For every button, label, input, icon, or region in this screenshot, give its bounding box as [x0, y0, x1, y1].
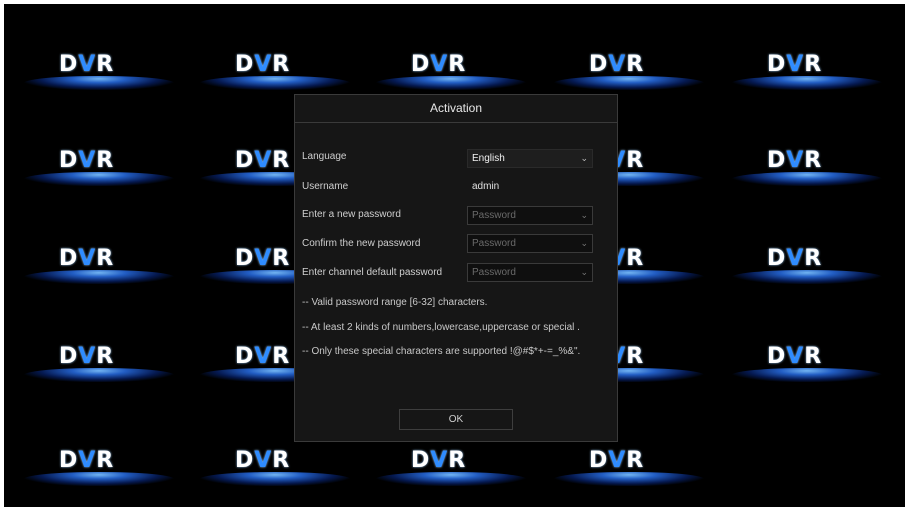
dvr-logo: DVR [767, 148, 823, 173]
dvr-logo-tile: DVR [24, 236, 174, 306]
dvr-logo: DVR [589, 448, 645, 473]
dvr-logo-tile: DVR [24, 42, 174, 112]
new-password-placeholder: Password [472, 210, 516, 221]
dvr-logo-tile: DVR [732, 236, 882, 306]
logo-glow [24, 368, 174, 382]
new-password-label: Enter a new password [302, 209, 401, 220]
dvr-logo-tile: DVR [554, 438, 704, 507]
logo-glow [732, 76, 882, 90]
dvr-logo: DVR [767, 246, 823, 271]
logo-glow [376, 76, 526, 90]
ok-button[interactable]: OK [399, 409, 513, 430]
confirm-password-label: Confirm the new password [302, 238, 421, 249]
dvr-logo: DVR [59, 344, 115, 369]
dvr-logo-tile: DVR [732, 334, 882, 404]
confirm-password-field[interactable]: Password ⌄ [467, 234, 593, 253]
channel-password-placeholder: Password [472, 267, 516, 278]
dvr-logo-tile: DVR [200, 438, 350, 507]
new-password-field[interactable]: Password ⌄ [467, 206, 593, 225]
logo-glow [24, 172, 174, 186]
dvr-logo: DVR [59, 246, 115, 271]
dvr-logo-tile: DVR [376, 438, 526, 507]
logo-glow [200, 76, 350, 90]
logo-glow [376, 472, 526, 486]
dvr-logo: DVR [589, 52, 645, 77]
dvr-logo: DVR [767, 52, 823, 77]
dvr-logo-tile: DVR [732, 138, 882, 208]
dvr-logo-tile: DVR [24, 138, 174, 208]
logo-glow [732, 270, 882, 284]
dvr-logo: DVR [59, 52, 115, 77]
dvr-logo-tile: DVR [732, 42, 882, 112]
language-value: English [472, 153, 505, 164]
dvr-logo: DVR [59, 448, 115, 473]
password-hint-special: -- Only these special characters are sup… [302, 346, 581, 357]
dvr-logo: DVR [411, 448, 467, 473]
dvr-logo: DVR [235, 344, 291, 369]
logo-glow [732, 172, 882, 186]
username-value: admin [472, 181, 500, 192]
dvr-logo: DVR [59, 148, 115, 173]
password-hint-range: -- Valid password range [6-32] character… [302, 297, 488, 308]
dvr-logo: DVR [235, 448, 291, 473]
password-hint-kinds: -- At least 2 kinds of numbers,lowercase… [302, 322, 580, 333]
dvr-logo: DVR [235, 246, 291, 271]
logo-glow [554, 76, 704, 90]
logo-glow [200, 472, 350, 486]
activation-dialog: Activation Language English ⌄ Username a… [294, 94, 618, 442]
dvr-logo: DVR [411, 52, 467, 77]
chevron-down-icon: ⌄ [580, 153, 588, 163]
dvr-logo-tile: DVR [24, 334, 174, 404]
chevron-down-icon[interactable]: ⌄ [580, 235, 588, 252]
confirm-password-placeholder: Password [472, 238, 516, 249]
logo-glow [554, 472, 704, 486]
desktop-background: DVR DVR DVR DVR DVR DVR DVR DVR DVR DVR DVR DVR DVR D… [4, 4, 905, 507]
logo-glow [24, 76, 174, 90]
dvr-logo: DVR [235, 148, 291, 173]
chevron-down-icon[interactable]: ⌄ [580, 207, 588, 224]
chevron-down-icon[interactable]: ⌄ [580, 264, 588, 281]
dvr-logo: DVR [235, 52, 291, 77]
channel-password-field[interactable]: Password ⌄ [467, 263, 593, 282]
logo-glow [24, 472, 174, 486]
channel-password-label: Enter channel default password [302, 267, 443, 278]
language-label: Language [302, 151, 347, 162]
dvr-logo-tile: DVR [24, 438, 174, 507]
logo-glow [24, 270, 174, 284]
username-label: Username [302, 181, 349, 192]
logo-glow [732, 368, 882, 382]
dvr-logo: DVR [767, 344, 823, 369]
language-select[interactable]: English ⌄ [467, 149, 593, 168]
dialog-title: Activation [295, 95, 617, 123]
